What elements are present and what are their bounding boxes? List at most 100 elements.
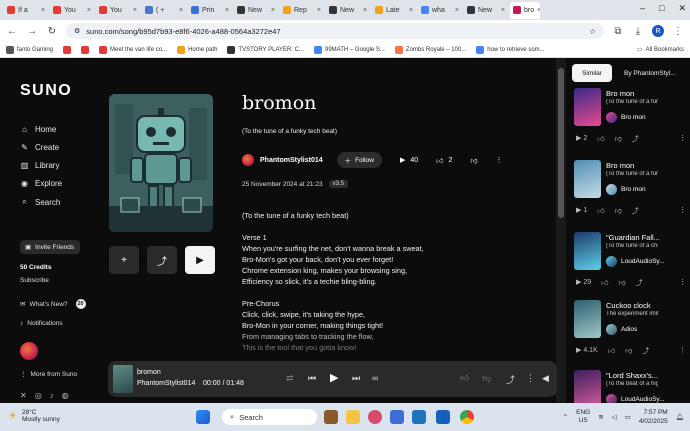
song-more-button[interactable]: ⋮ bbox=[495, 156, 502, 164]
browser-tab[interactable]: Prin × bbox=[188, 2, 232, 19]
similar-song-card[interactable]: "Lord Shaxx's...(To the beat of a hig...… bbox=[574, 370, 690, 403]
share-icon[interactable]: ⤴ bbox=[642, 346, 649, 356]
file-explorer-icon[interactable] bbox=[346, 410, 360, 424]
similar-song-title[interactable]: "Lord Shaxx's... bbox=[606, 371, 658, 380]
all-bookmarks-link[interactable]: ▭ All Bookmarks bbox=[637, 46, 684, 54]
reload-icon[interactable]: ↻ bbox=[46, 26, 58, 37]
more-from-suno-button[interactable]: ⋮ More from Suno bbox=[20, 370, 77, 379]
widget-app-icon[interactable] bbox=[324, 410, 338, 424]
weather-widget[interactable]: ☀ 28°C Mostly sunny bbox=[8, 409, 60, 423]
browser-tab[interactable]: ( + × bbox=[142, 2, 186, 19]
more-vertical-icon[interactable]: ⋮ bbox=[679, 346, 686, 356]
bookmark-item[interactable]: Meet the van life co... bbox=[99, 45, 167, 54]
suno-logo[interactable]: SUNO bbox=[20, 82, 72, 100]
thumbs-down-icon[interactable]: 👎︎ bbox=[615, 134, 622, 144]
more-vertical-icon[interactable]: ⋮ bbox=[679, 134, 686, 144]
browser-tab[interactable]: If a × bbox=[4, 2, 48, 19]
previous-icon[interactable]: ⏮ bbox=[308, 373, 316, 384]
share-icon[interactable]: ⤴ bbox=[636, 278, 643, 288]
clock[interactable]: 7:57 PM 4/02/2025 bbox=[639, 408, 668, 426]
player-artist[interactable]: PhantomStylist014 bbox=[137, 380, 195, 387]
thumbs-up-icon[interactable]: 👍︎ bbox=[597, 134, 604, 144]
similar-song-card[interactable]: Bro mon(To the tune of a fun...Bro mon▶ … bbox=[574, 88, 690, 156]
tab-close-icon[interactable]: × bbox=[363, 7, 367, 14]
battery-icon[interactable]: ▭ bbox=[625, 413, 631, 421]
sidebar-item-library[interactable]: ▥ Library bbox=[20, 161, 60, 170]
play-button[interactable]: ▶ bbox=[185, 246, 215, 274]
browser-tab[interactable]: bro × bbox=[510, 1, 540, 19]
tab-close-icon[interactable]: × bbox=[537, 7, 540, 14]
like-button[interactable]: 👍︎ 2 bbox=[436, 156, 452, 165]
browser-tab[interactable]: New × bbox=[234, 2, 278, 19]
author-name[interactable]: PhantomStylist014 bbox=[260, 157, 323, 164]
follow-button[interactable]: ＋ Follow bbox=[336, 152, 382, 168]
chrome-icon[interactable] bbox=[460, 410, 474, 424]
thumbs-down-icon[interactable]: 👎︎ bbox=[615, 206, 622, 216]
whats-new-button[interactable]: ✉ What's New? 20 bbox=[20, 299, 86, 309]
dislike-button[interactable]: 👎︎ bbox=[470, 156, 477, 165]
tab-close-icon[interactable]: × bbox=[225, 7, 229, 14]
taskbar-search[interactable]: ⌕ Search bbox=[222, 409, 317, 425]
bookmark-item[interactable]: how to retrieve som... bbox=[476, 45, 545, 54]
similar-song-cover[interactable] bbox=[574, 232, 601, 270]
user-avatar[interactable] bbox=[20, 342, 38, 360]
bookmark-item[interactable]: fanto Gaming bbox=[6, 45, 53, 54]
tab-similar[interactable]: Similar bbox=[572, 64, 612, 82]
close-window-icon[interactable]: ✕ bbox=[678, 3, 686, 14]
speaker-icon[interactable]: ◁ bbox=[612, 413, 617, 421]
x-icon[interactable]: ✕ bbox=[20, 391, 27, 400]
browser-tab[interactable]: Rep × bbox=[280, 2, 324, 19]
player-share-icon[interactable]: ⤴ bbox=[506, 373, 515, 386]
browser-tab[interactable]: Late × bbox=[372, 2, 416, 19]
similar-song-author[interactable]: Adios bbox=[606, 324, 637, 335]
shuffle-icon[interactable]: ⇄ bbox=[286, 373, 294, 384]
share-button[interactable]: ⤴ bbox=[147, 246, 177, 274]
similar-song-author[interactable]: Bro mon bbox=[606, 112, 646, 123]
notification-bell-icon[interactable]: 🔔︎ bbox=[676, 413, 684, 421]
store-icon[interactable] bbox=[390, 410, 404, 424]
notifications-button[interactable]: ♪ Notifications bbox=[20, 320, 63, 327]
similar-song-author[interactable]: LoudAudioSy... bbox=[606, 256, 665, 267]
tab-close-icon[interactable]: × bbox=[317, 7, 321, 14]
bookmark-item[interactable]: Zombs Royale – 100... bbox=[394, 45, 466, 54]
subscribe-link[interactable]: Subscribe bbox=[20, 277, 49, 284]
browser-tab[interactable]: wha × bbox=[418, 2, 462, 19]
discord-icon[interactable]: ◍ bbox=[62, 391, 69, 400]
scroll-thumb[interactable] bbox=[558, 68, 564, 218]
similar-song-author[interactable]: Bro mon bbox=[606, 184, 646, 195]
similar-song-title[interactable]: Bro mon bbox=[606, 89, 634, 98]
browser-tab[interactable]: You × bbox=[96, 2, 140, 19]
tab-close-icon[interactable]: × bbox=[41, 7, 45, 14]
language-indicator[interactable]: ENG US bbox=[576, 409, 590, 425]
profile-avatar[interactable]: R bbox=[652, 25, 664, 37]
browser-menu-icon[interactable]: ⋮ bbox=[672, 26, 684, 37]
thumbs-down-icon[interactable]: 👎︎ bbox=[618, 278, 625, 288]
player-like-icon[interactable]: 👍︎ bbox=[460, 373, 469, 384]
wifi-icon[interactable]: ≋ bbox=[598, 413, 603, 421]
outlook-icon[interactable] bbox=[412, 410, 426, 424]
tray-chevron-icon[interactable]: ⌃ bbox=[563, 413, 568, 421]
browser-tab[interactable]: New × bbox=[326, 2, 370, 19]
bookmark-item[interactable]: 99MATH – Google S... bbox=[314, 45, 385, 54]
extensions-icon[interactable]: ⧉ bbox=[612, 26, 624, 37]
invite-friends-button[interactable]: ▣ Invite Friends bbox=[20, 240, 80, 254]
sidebar-item-search[interactable]: ⌕ Search bbox=[20, 197, 60, 207]
author-avatar[interactable] bbox=[242, 154, 254, 166]
tiktok-icon[interactable]: ♪ bbox=[50, 391, 54, 400]
back-icon[interactable]: ← bbox=[6, 26, 18, 37]
loop-icon[interactable]: ∞ bbox=[372, 373, 378, 383]
site-info-icon[interactable]: ⚙ bbox=[74, 27, 80, 35]
similar-song-cover[interactable] bbox=[574, 160, 601, 198]
similar-song-card[interactable]: Cuckoo clock The experiment imit... Adios ▶… bbox=[574, 300, 690, 368]
similar-song-title[interactable]: Bro mon bbox=[606, 161, 634, 170]
tab-close-icon[interactable]: × bbox=[409, 7, 413, 14]
instagram-icon[interactable]: ◎ bbox=[35, 391, 42, 400]
share-icon[interactable]: ⤴ bbox=[632, 206, 639, 216]
tab-close-icon[interactable]: × bbox=[455, 7, 459, 14]
downloads-icon[interactable]: ⤓ bbox=[632, 26, 644, 37]
player-cover[interactable] bbox=[113, 365, 133, 393]
bookmark-item[interactable] bbox=[81, 45, 90, 54]
similar-song-cover[interactable] bbox=[574, 300, 601, 338]
sidebar-item-explore[interactable]: ◉ Explore bbox=[20, 179, 62, 188]
similar-song-cover[interactable] bbox=[574, 88, 601, 126]
